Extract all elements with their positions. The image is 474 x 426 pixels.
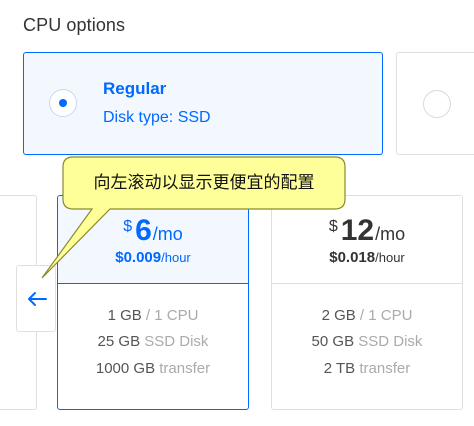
price-amount: 6 [135,214,152,247]
scroll-left-button[interactable] [16,265,56,332]
spec-disk: 25 GB SSD Disk [58,333,248,350]
plan-price: $6/mo [58,214,248,248]
radio-unselected-icon[interactable] [423,90,451,118]
price-period: /mo [152,224,183,244]
price-amount: 12 [340,214,375,247]
spec-memory-cpu: 2 GB / 1 CPU [272,307,462,324]
spec-transfer: 2 TB transfer [272,360,462,377]
hourly-price: $0.018/hour [272,249,462,266]
cpu-option-other[interactable] [396,52,474,155]
cpu-option-name: Regular [103,79,167,98]
spec-transfer-size: 2 TB [323,360,356,377]
hourly-price: $0.009/hour [58,249,248,266]
spec-cpu: / 1 CPU [145,307,199,324]
price-period: /mo [375,224,406,244]
spec-ram: 2 GB [321,307,356,324]
spec-transfer-label: transfer [159,360,211,377]
cpu-options-heading: CPU options [23,15,126,35]
hourly-value: $0.009 [115,249,162,266]
currency-symbol: $ [328,218,338,235]
cpu-option-disk-type: Disk type: SSD [103,109,211,126]
plan-card-12[interactable]: $12/mo $0.018/hour 2 GB / 1 CPU 50 GB SS… [271,195,463,410]
radio-selected-icon[interactable] [49,89,77,117]
currency-symbol: $ [123,218,133,235]
spec-cpu: / 1 CPU [359,307,413,324]
cpu-option-regular[interactable]: Regular Disk type: SSD [23,52,383,155]
spec-transfer: 1000 GB transfer [58,360,248,377]
hourly-unit: /hour [161,250,191,265]
spec-transfer-size: 1000 GB [95,360,156,377]
plan-price: $12/mo [272,214,462,248]
plan-card-6[interactable]: $6/mo $0.009/hour 1 GB / 1 CPU 25 GB SSD… [57,195,249,410]
spec-memory-cpu: 1 GB / 1 CPU [58,307,248,324]
hourly-unit: /hour [375,250,405,265]
plan-price-section: $12/mo $0.018/hour [272,196,462,284]
spec-disk-type: SSD Disk [144,333,209,350]
plan-price-section: $6/mo $0.009/hour [58,196,248,284]
spec-ram: 1 GB [107,307,142,324]
spec-disk-size: 25 GB [97,333,141,350]
spec-transfer-label: transfer [359,360,411,377]
hourly-value: $0.018 [329,249,376,266]
arrow-left-icon [28,292,47,306]
spec-disk-type: SSD Disk [358,333,423,350]
spec-disk-size: 50 GB [311,333,355,350]
spec-disk: 50 GB SSD Disk [272,333,462,350]
